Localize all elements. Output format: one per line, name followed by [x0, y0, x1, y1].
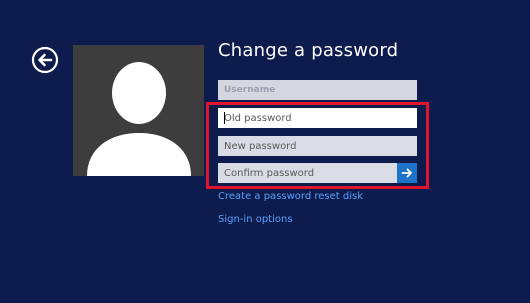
old-password-field[interactable] — [218, 108, 417, 128]
back-arrow-icon — [31, 46, 59, 74]
username-field[interactable] — [218, 80, 417, 100]
submit-button[interactable] — [397, 163, 417, 183]
sign-in-options-link[interactable]: Sign-in options — [218, 214, 293, 225]
user-silhouette-icon — [87, 62, 191, 176]
new-password-field[interactable] — [218, 136, 417, 156]
page-title: Change a password — [218, 40, 399, 61]
back-button[interactable] — [31, 46, 59, 74]
avatar — [73, 45, 204, 176]
create-reset-disk-link[interactable]: Create a password reset disk — [218, 191, 363, 202]
confirm-password-field[interactable] — [218, 163, 397, 183]
right-arrow-icon — [401, 168, 412, 178]
text-caret — [224, 112, 225, 124]
